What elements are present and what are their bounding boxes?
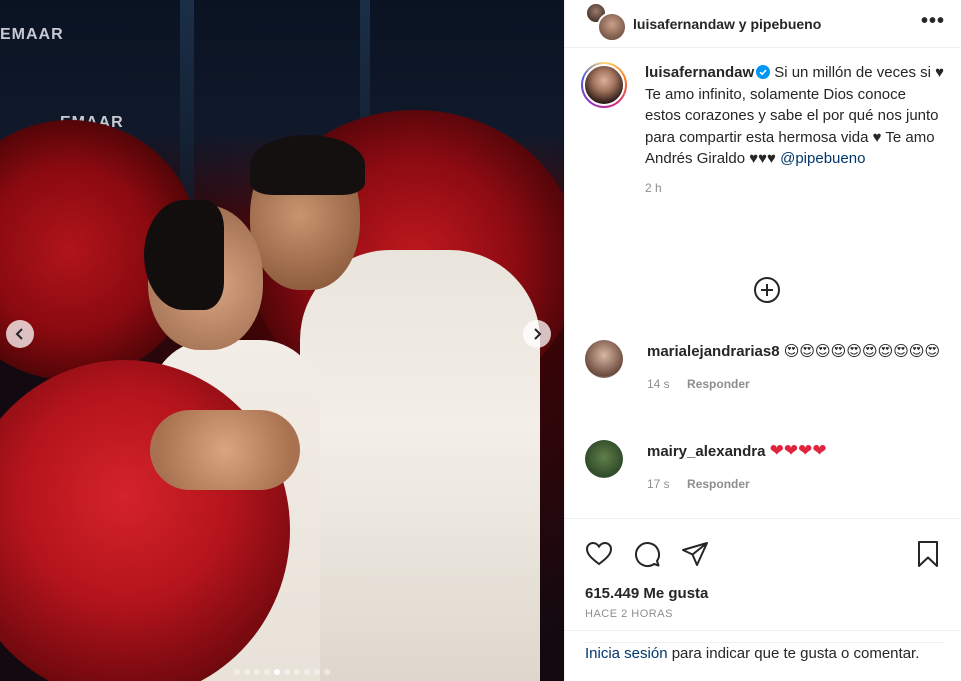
divider [565,630,961,631]
heart-outline-icon[interactable] [585,540,613,568]
comment-username[interactable]: marialejandrarias8 [647,343,780,360]
woman-hair [144,200,224,310]
more-options-icon[interactable]: ••• [921,10,945,33]
post-side-panel: luisafernandaw y pipebueno ••• luisafern… [564,0,961,681]
carousel-dot [244,669,250,675]
comment-bubble-icon[interactable] [633,540,661,568]
carousel-dot [274,669,280,675]
comment-text: ❤❤❤❤ [769,441,827,461]
post-caption: luisafernandaw Si un millón de veces si ♥… [565,48,961,199]
post-age: HACE 2 HORAS [585,608,673,620]
caption-username[interactable]: luisafernandaw [645,64,754,81]
login-prompt-text: para indicar que te gusta o comentar. [671,645,920,662]
caption-text: Si un millón de veces si ♥ [774,64,945,81]
comment-meta: 14 s Responder [647,373,940,395]
post-header: luisafernandaw y pipebueno ••• [565,0,961,48]
bookmark-icon[interactable] [914,540,942,568]
reply-button[interactable]: Responder [687,377,750,391]
carousel-dot [324,669,330,675]
carousel-dot [284,669,290,675]
mention-link[interactable]: @pipebueno [780,150,865,167]
chevron-right-icon [534,328,542,340]
man-hair [250,135,365,195]
post-actions-section: 615.449 Me gusta HACE 2 HORAS [565,518,961,620]
reply-button[interactable]: Responder [687,477,750,491]
caption-timestamp: 2 h [645,180,662,195]
carousel-next-button[interactable] [523,320,551,348]
login-prompt: Inicia sesión para indicar que te gusta … [585,642,945,665]
post-author-names[interactable]: luisafernandaw y pipebueno [633,16,821,32]
carousel-dot [234,669,240,675]
paper-plane-icon[interactable] [681,540,709,568]
load-more-comments-icon[interactable] [753,276,781,304]
avatar [583,64,625,106]
comment-text: 😍😍😍😍😍😍😍😍😍😍 [783,342,941,360]
like-count[interactable]: 615.449 Me gusta [565,575,961,602]
story-ring[interactable] [581,62,627,108]
hands [150,410,300,490]
action-bar [565,519,961,575]
carousel-prev-button[interactable] [6,320,34,348]
avatar [597,11,627,42]
comment-timestamp: 17 s [647,477,670,491]
carousel-dot [254,669,260,675]
carousel-dot [304,669,310,675]
building-sign: EMAAR [0,26,64,43]
man-figure [300,250,540,681]
chevron-left-icon [15,328,23,340]
verified-badge-icon [756,65,771,79]
caption-body: luisafernandaw Si un millón de veces si ♥… [645,62,945,199]
post-photo[interactable]: EMAAR EMAAR [0,0,564,681]
avatar[interactable] [585,340,623,378]
comment-meta: 17 s Responder [647,473,827,495]
carousel-dot [264,669,270,675]
carousel-dot [294,669,300,675]
comment-timestamp: 14 s [647,377,670,391]
comment-username[interactable]: mairy_alexandra [647,443,765,460]
comment-item: marialejandrarias8 😍😍😍😍😍😍😍😍😍😍 14 s Respo… [585,340,955,395]
comment-body: mairy_alexandra ❤❤❤❤ 17 s Responder [647,440,827,495]
login-link[interactable]: Inicia sesión [585,645,668,662]
collab-avatars[interactable] [585,1,627,42]
carousel-dot [314,669,320,675]
avatar[interactable] [585,440,623,478]
comment-body: marialejandrarias8 😍😍😍😍😍😍😍😍😍😍 14 s Respo… [647,340,940,395]
comment-item: mairy_alexandra ❤❤❤❤ 17 s Responder [585,440,955,495]
carousel-dots [0,669,564,675]
